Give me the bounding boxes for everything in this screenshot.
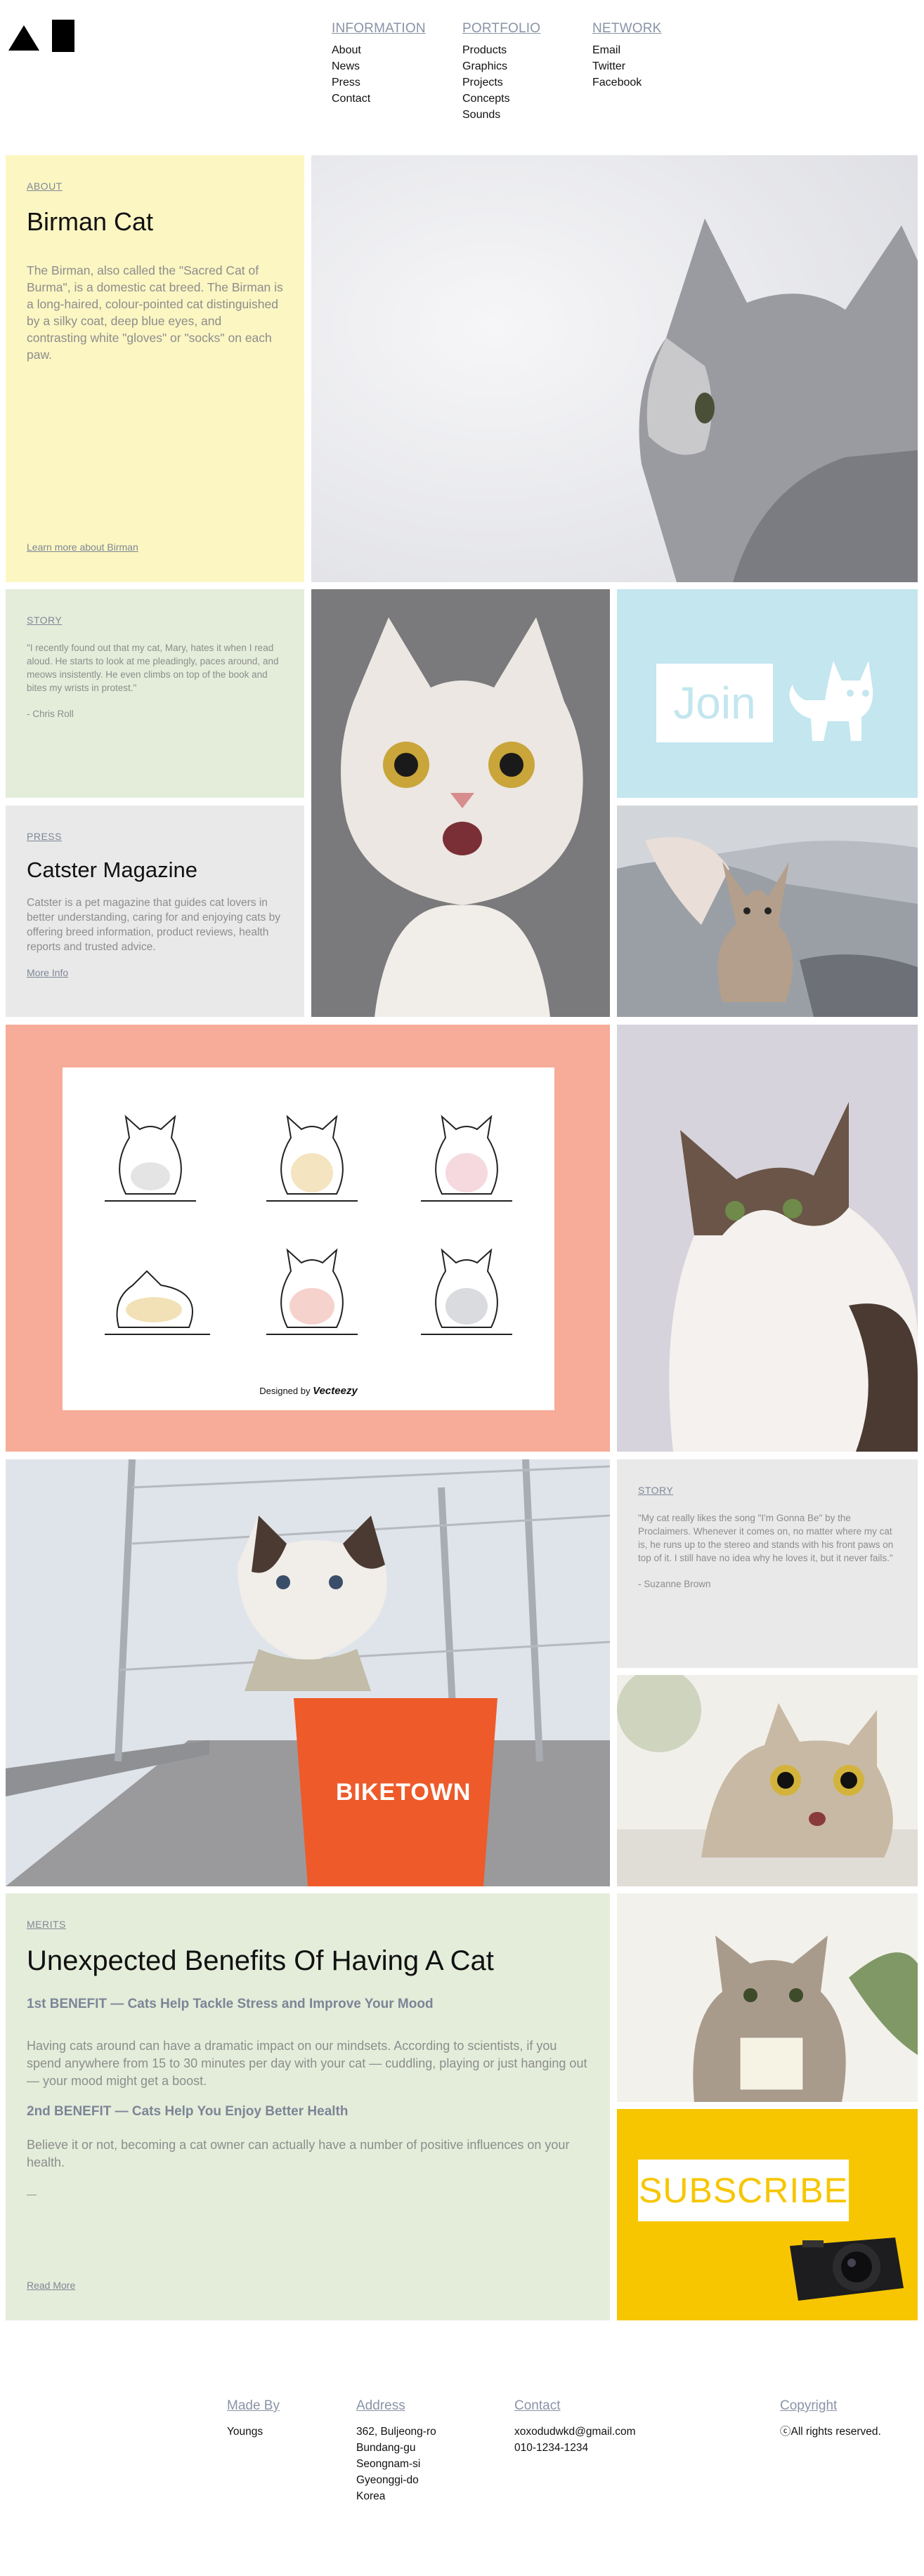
footer-contact-phone[interactable]: 010-1234-1234 (514, 2440, 636, 2456)
cat-in-basket-photo: BIKETOWN (6, 1459, 610, 1886)
join-banner[interactable]: Join (617, 589, 918, 798)
footer-address-line: 362, Buljeong-ro (356, 2426, 436, 2438)
nav-link-contact[interactable]: Contact (332, 91, 426, 107)
nav-heading-portfolio[interactable]: PORTFOLIO (462, 21, 540, 37)
footer-address-line: Seongnam-si (356, 2458, 421, 2470)
join-label: Join (673, 678, 756, 728)
nav-link-concepts[interactable]: Concepts (462, 91, 540, 107)
merits-eyebrow[interactable]: MERITS (27, 1919, 589, 1930)
footer-copyright: Copyright ⓒAll rights reserved. (780, 2398, 881, 2440)
subscribe-label: SUBSCRIBE (639, 2171, 848, 2210)
surprised-white-cat-photo (311, 589, 610, 1017)
footer-copyright-text: ⓒAll rights reserved. (780, 2426, 881, 2438)
triangle-logo-icon (8, 25, 39, 51)
nav-link-projects[interactable]: Projects (462, 74, 540, 91)
nav-link-email[interactable]: Email (592, 42, 662, 58)
footer-contact-email[interactable]: xoxodudwkd@gmail.com (514, 2424, 636, 2440)
story-2-author: - Suzanne Brown (638, 1579, 711, 1589)
vecteezy-logo: Vecteezy (313, 1385, 358, 1397)
benefit-2-body: Believe it or not, becoming a cat owner … (27, 2138, 570, 2169)
benefit-2-title: 2nd BENEFIT — Cats Help You Enjoy Better… (27, 2104, 349, 2119)
merits-card: MERITS Unexpected Benefits Of Having A C… (6, 1893, 610, 2320)
gray-cat-profile-photo (311, 155, 918, 582)
nav-link-about[interactable]: About (332, 42, 426, 58)
story-card-1: STORY "I recently found out that my cat,… (6, 589, 304, 798)
story-2-eyebrow[interactable]: STORY (638, 1485, 897, 1496)
story-2-quote: "My cat really likes the song "I'm Gonna… (638, 1513, 894, 1563)
footer-made-by-heading[interactable]: Made By (227, 2398, 280, 2414)
story-1-author: - Chris Roll (27, 709, 74, 719)
rectangle-logo-icon (52, 20, 74, 52)
nav-link-sounds[interactable]: Sounds (462, 107, 540, 123)
benefit-1-title: 1st BENEFIT — Cats Help Tackle Stress an… (27, 1997, 434, 2011)
credit-prefix: Designed by (259, 1386, 311, 1396)
footer-contact-heading[interactable]: Contact (514, 2398, 636, 2414)
nav-column-information: INFORMATION About News Press Contact (332, 21, 426, 107)
merits-dash: — (27, 2188, 37, 2200)
footer-made-by: Made By Youngs (227, 2398, 280, 2440)
read-more-link[interactable]: Read More (27, 2280, 75, 2291)
nav-link-products[interactable]: Products (462, 42, 540, 58)
about-card: ABOUT Birman Cat The Birman, also called… (6, 155, 304, 582)
playful-kitten-photo (617, 1675, 918, 1886)
nav-heading-network[interactable]: NETWORK (592, 21, 662, 37)
learn-more-link[interactable]: Learn more about Birman (27, 541, 138, 553)
footer-made-by-name: Youngs (227, 2426, 263, 2438)
nav-heading-information[interactable]: INFORMATION (332, 21, 426, 37)
footer-address-heading[interactable]: Address (356, 2398, 436, 2414)
cat-illustration: Designed by Vecteezy (63, 1067, 554, 1410)
subscribe-banner[interactable]: SUBSCRIBE (617, 2109, 918, 2320)
kitten-with-tag-photo (617, 1893, 918, 2102)
nav-link-twitter[interactable]: Twitter (592, 58, 662, 74)
about-title: Birman Cat (27, 207, 154, 236)
footer-address: Address 362, Buljeong-ro Bundang-gu Seon… (356, 2398, 436, 2504)
kitten-on-couch-photo (617, 806, 918, 1017)
press-title: Catster Magazine (27, 857, 197, 882)
merits-title: Unexpected Benefits Of Having A Cat (27, 1945, 494, 1976)
doodle-cats-icon (105, 1115, 512, 1335)
nav-column-network: NETWORK Email Twitter Facebook (592, 21, 662, 91)
nav-link-press[interactable]: Press (332, 74, 426, 91)
footer-address-line: Korea (356, 2490, 386, 2502)
camera-icon (790, 2237, 904, 2301)
illustration-credit: Designed by Vecteezy (63, 1385, 554, 1397)
press-card: PRESS Catster Magazine Catster is a pet … (6, 806, 304, 1017)
story-1-quote: "I recently found out that my cat, Mary,… (27, 643, 279, 693)
story-1-eyebrow[interactable]: STORY (27, 615, 283, 626)
nav-link-graphics[interactable]: Graphics (462, 58, 540, 74)
footer-address-line: Bundang-gu (356, 2442, 416, 2454)
nav-link-facebook[interactable]: Facebook (592, 74, 662, 91)
about-body: The Birman, also called the "Sacred Cat … (27, 263, 283, 362)
nav-column-portfolio: PORTFOLIO Products Graphics Projects Con… (462, 21, 540, 123)
press-eyebrow[interactable]: PRESS (27, 831, 283, 842)
footer-contact: Contact xoxodudwkd@gmail.com 010-1234-12… (514, 2398, 636, 2456)
more-info-link[interactable]: More Info (27, 967, 283, 978)
story-card-2: STORY "My cat really likes the song "I'm… (617, 1459, 918, 1668)
benefit-1-body: Having cats around can have a dramatic i… (27, 2039, 587, 2088)
cat-illustration-card: Designed by Vecteezy (6, 1025, 610, 1452)
footer-address-line: Gyeonggi-do (356, 2474, 419, 2486)
about-eyebrow[interactable]: ABOUT (27, 180, 283, 192)
biketown-sign: BIKETOWN (336, 1779, 471, 1806)
nav-link-news[interactable]: News (332, 58, 426, 74)
press-body: Catster is a pet magazine that guides ca… (27, 897, 281, 953)
cat-silhouette-icon (789, 661, 873, 741)
footer-copyright-heading[interactable]: Copyright (780, 2398, 881, 2414)
tabby-white-cat-photo (617, 1025, 918, 1452)
